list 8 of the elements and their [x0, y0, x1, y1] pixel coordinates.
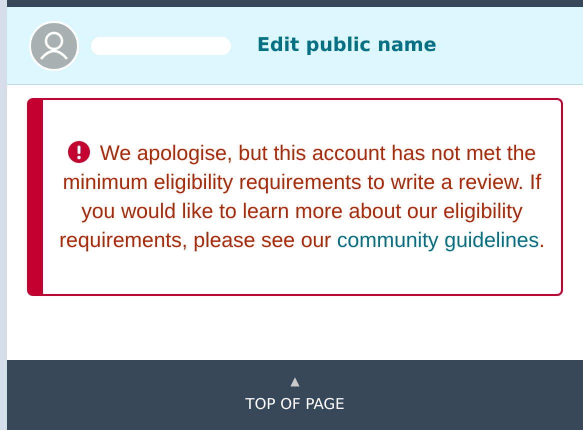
top-of-page-button[interactable]: ▲ TOP OF PAGE	[7, 360, 583, 430]
up-arrow-icon: ▲	[290, 374, 300, 387]
alert-message: We apologise, but this account has not met the minimum eligibility requirements to write a review. If you would like to learn more about our eligibility requirements, please see our community guidelines.	[59, 140, 545, 254]
avatar-icon	[29, 20, 79, 70]
top-of-page-label: TOP OF PAGE	[245, 394, 345, 415]
error-icon	[68, 141, 90, 163]
community-guidelines-link[interactable]: community guidelines	[337, 229, 539, 252]
edit-public-name-link[interactable]: Edit public name	[257, 31, 436, 60]
